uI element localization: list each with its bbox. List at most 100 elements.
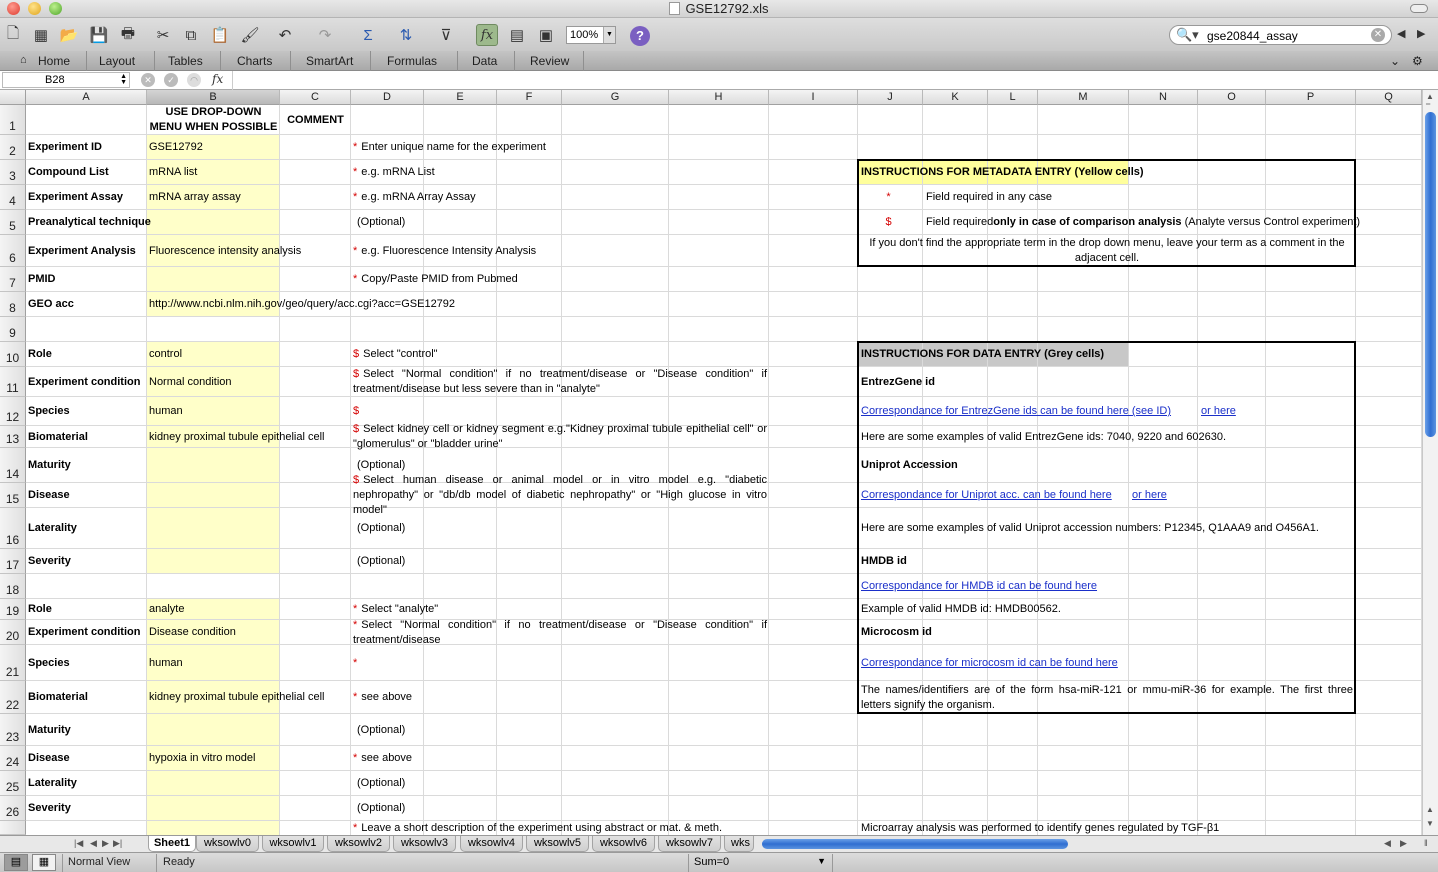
field-value[interactable]: http://www.ncbi.nlm.nih.gov/geo/query/ac… — [149, 292, 856, 317]
column-header-c[interactable]: C — [280, 90, 351, 105]
row-header-1[interactable]: 1 — [0, 105, 26, 135]
save-icon[interactable]: 💾 — [88, 24, 110, 46]
gear-icon[interactable]: ⚙ — [1408, 54, 1427, 68]
row-header-10[interactable]: 10 — [0, 342, 26, 367]
row-header-14[interactable]: 14 — [0, 448, 26, 483]
row-header-24[interactable]: 24 — [0, 746, 26, 771]
row-header-19[interactable]: 19 — [0, 599, 26, 620]
search-input[interactable] — [1207, 28, 1372, 43]
sort-icon[interactable]: ⇅ — [395, 24, 417, 46]
row-header-16[interactable]: 16 — [0, 508, 26, 549]
row-header-11[interactable]: 11 — [0, 367, 26, 397]
spreadsheet-grid[interactable]: A B C D E F G H I J K L M N O P Q 1 2 3 4 5 6 7 8 9 10 11 12 13 14 15 16… — [0, 90, 1422, 835]
field-value[interactable]: mRNA array assay — [149, 185, 278, 210]
field-value[interactable] — [149, 771, 278, 796]
cancel-entry-icon[interactable]: ✕ — [141, 73, 155, 87]
sheet-tab-sheet1[interactable]: Sheet1 — [148, 836, 196, 852]
name-box-stepper-icon[interactable]: ▲ ▼ — [120, 73, 127, 86]
tab-tables[interactable]: Tables — [164, 54, 207, 68]
undo-icon[interactable]: ↶ — [274, 24, 296, 46]
page-layout-view-button[interactable]: ▦ — [32, 854, 56, 871]
sheet-tab-wksowlv7[interactable]: wksowlv7 — [658, 836, 721, 852]
last-sheet-icon[interactable]: ▶| — [113, 838, 122, 849]
sheet-tab-wks[interactable]: wks — [724, 836, 754, 852]
field-value[interactable] — [149, 796, 278, 821]
row-header-4[interactable]: 4 — [0, 185, 26, 210]
scroll-left-icon[interactable]: ◀ — [1384, 838, 1391, 849]
row-header-25[interactable]: 25 — [0, 771, 26, 796]
horizontal-scroll-thumb[interactable] — [762, 839, 1068, 849]
row-header-7[interactable]: 7 — [0, 267, 26, 292]
name-box[interactable]: B28 ▲ ▼ — [2, 72, 130, 88]
field-value[interactable]: mRNA list — [149, 160, 278, 185]
field-value[interactable] — [149, 508, 278, 549]
help-icon[interactable]: ? — [630, 26, 650, 46]
filter-icon[interactable]: ⊽ — [435, 24, 457, 46]
horizontal-scrollbar[interactable] — [760, 838, 1380, 850]
gallery-icon[interactable]: ▦ — [30, 24, 52, 46]
row-header-26[interactable]: 26 — [0, 796, 26, 821]
open-icon[interactable]: 📂 — [58, 24, 80, 46]
sheet-tab-wksowlv3[interactable]: wksowlv3 — [393, 836, 456, 852]
split-icon[interactable]: ═ — [1426, 102, 1430, 108]
print-icon[interactable]: 🖶 — [117, 24, 139, 46]
row-header-13[interactable]: 13 — [0, 426, 26, 448]
search-previous-icon[interactable]: ◀ — [1397, 27, 1405, 40]
sheet-tab-wksowlv0[interactable]: wksowlv0 — [196, 836, 259, 852]
scroll-right-icon[interactable]: ▶ — [1400, 838, 1407, 849]
field-value[interactable]: analyte — [149, 599, 278, 620]
hmdb-link[interactable]: Correspondance for HMDB id can be found … — [861, 579, 1097, 594]
field-value[interactable]: control — [149, 342, 278, 367]
tab-home[interactable]: Home — [34, 54, 74, 68]
row-header-12[interactable]: 12 — [0, 397, 26, 426]
sheet-tab-wksowlv6[interactable]: wksowlv6 — [592, 836, 655, 852]
column-header-g[interactable]: G — [562, 90, 669, 105]
uniprot-link[interactable]: Correspondance for Uniprot acc. can be f… — [861, 488, 1112, 503]
redo-icon[interactable]: ↷ — [314, 24, 336, 46]
row-header-15[interactable]: 15 — [0, 483, 26, 508]
scroll-up-icon[interactable]: ▲ — [1426, 805, 1434, 814]
next-sheet-icon[interactable]: ▶ — [102, 838, 109, 849]
row-header-5[interactable]: 5 — [0, 210, 26, 235]
field-value[interactable]: kidney proximal tubule epithelial cell — [149, 426, 324, 448]
tab-layout[interactable]: Layout — [95, 54, 139, 68]
column-header-l[interactable]: L — [988, 90, 1038, 105]
column-header-k[interactable]: K — [923, 90, 988, 105]
sheet-tab-wksowlv2[interactable]: wksowlv2 — [327, 836, 390, 852]
row-header-partial[interactable] — [0, 821, 26, 835]
row-header-9[interactable]: 9 — [0, 317, 26, 342]
prev-sheet-icon[interactable]: ◀ — [90, 838, 97, 849]
formula-builder-icon[interactable]: fx — [476, 24, 498, 46]
autosum-icon[interactable]: Σ — [357, 24, 379, 46]
column-header-e[interactable]: E — [424, 90, 497, 105]
sheet-tab-wksowlv5[interactable]: wksowlv5 — [526, 836, 589, 852]
format-painter-icon[interactable]: 🖌 — [239, 24, 261, 46]
column-header-q[interactable]: Q — [1356, 90, 1422, 105]
entrez-link-alt[interactable]: or here — [1201, 404, 1236, 419]
row-header-21[interactable]: 21 — [0, 645, 26, 681]
sum-dropdown[interactable]: Sum=0 ▼ — [690, 854, 830, 871]
field-value[interactable]: Fluorescence intensity analysis — [149, 235, 301, 267]
tab-charts[interactable]: Charts — [233, 54, 276, 68]
row-header-20[interactable]: 20 — [0, 620, 26, 645]
field-value[interactable] — [149, 267, 278, 292]
field-value[interactable]: hypoxia in vitro model — [149, 746, 278, 771]
field-value[interactable]: Disease condition — [149, 620, 278, 645]
field-value[interactable]: human — [149, 645, 278, 681]
field-value[interactable] — [149, 714, 278, 746]
search-next-icon[interactable]: ▶ — [1417, 27, 1425, 40]
sheet-tab-wksowlv4[interactable]: wksowlv4 — [460, 836, 523, 852]
row-header-22[interactable]: 22 — [0, 681, 26, 714]
normal-view-button[interactable]: ▤ — [4, 854, 28, 871]
column-header-p[interactable]: P — [1266, 90, 1356, 105]
select-all-corner[interactable] — [0, 90, 26, 105]
row-header-17[interactable]: 17 — [0, 549, 26, 574]
row-header-6[interactable]: 6 — [0, 235, 26, 267]
vertical-scroll-thumb[interactable] — [1425, 112, 1436, 437]
row-header-18[interactable]: 18 — [0, 574, 26, 599]
sheet-tab-wksowlv1[interactable]: wksowlv1 — [262, 836, 324, 852]
clear-search-icon[interactable]: ✕ — [1371, 28, 1385, 42]
column-header-m[interactable]: M — [1038, 90, 1129, 105]
paste-icon[interactable]: 📋 — [209, 24, 231, 46]
tab-formulas[interactable]: Formulas — [383, 54, 441, 68]
